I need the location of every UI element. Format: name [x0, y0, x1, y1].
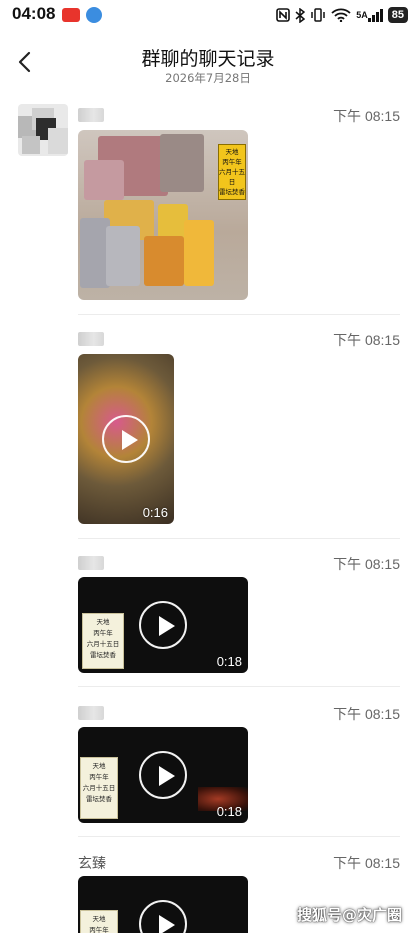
- wifi-icon: [331, 7, 351, 23]
- message-video[interactable]: 0:16: [78, 354, 174, 524]
- vibrate-icon: [310, 7, 326, 23]
- message-video[interactable]: 天地 丙午年: [78, 876, 248, 933]
- divider: [78, 314, 400, 315]
- video-duration: 0:16: [142, 505, 168, 520]
- sender-name: [78, 108, 104, 122]
- message-video[interactable]: 天地 丙午年 六月十五日 雷坛焚香 0:18: [78, 577, 248, 673]
- bluetooth-icon: [295, 7, 306, 23]
- list-item: 下午 08:15 天地 丙午年 六月十五日 雷坛焚香 0:18: [78, 704, 400, 826]
- divider: [78, 538, 400, 539]
- page-subtitle: 2026年7月28日: [165, 71, 251, 85]
- sender-name: [78, 556, 104, 570]
- sender-name: 玄臻: [78, 856, 106, 872]
- video-duration: 0:18: [216, 804, 242, 819]
- signal-icon: 5A: [356, 7, 383, 23]
- status-time: 04:08: [12, 4, 56, 23]
- sign-card: 天地 丙午年 六月十五日 雷坛焚香: [218, 144, 246, 200]
- red-app-icon: [62, 8, 80, 22]
- message-time: 下午 08:15: [333, 706, 400, 722]
- message-time: 下午 08:15: [333, 556, 400, 572]
- sign-card: 天地 丙午年: [80, 910, 118, 933]
- list-item: 下午 08:15 天地 丙午年 六月十五日 雷坛焚香: [78, 106, 400, 302]
- message-time: 下午 08:15: [333, 855, 400, 871]
- sender-name: [78, 332, 104, 346]
- message-video[interactable]: 天地 丙午年 六月十五日 雷坛焚香 0:18: [78, 727, 248, 823]
- list-item: 下午 08:15 天地 丙午年 六月十五日 雷坛焚香 0:18: [78, 554, 400, 676]
- message-image[interactable]: 天地 丙午年 六月十五日 雷坛焚香: [78, 130, 248, 300]
- nfc-icon: [276, 7, 291, 23]
- list-item: 下午 08:15 0:16: [78, 330, 400, 526]
- video-duration: 0:18: [216, 654, 242, 669]
- blue-app-icon: [86, 7, 102, 23]
- avatar[interactable]: [18, 104, 68, 156]
- play-icon[interactable]: [139, 900, 187, 933]
- status-bar: 04:08 5A 85: [0, 0, 416, 30]
- sign-card: 天地 丙午年 六月十五日 雷坛焚香: [82, 613, 124, 669]
- page-title: 群聊的聊天记录: [141, 48, 275, 70]
- header: 群聊的聊天记录 2026年7月28日: [0, 34, 416, 92]
- sign-card: 天地 丙午年 六月十五日 雷坛焚香: [80, 757, 118, 819]
- message-time: 下午 08:15: [333, 108, 400, 124]
- play-icon[interactable]: [102, 415, 150, 463]
- watermark: 搜狐号@灾广圈: [296, 906, 402, 924]
- battery-icon: 85: [387, 7, 408, 23]
- message-time: 下午 08:15: [333, 332, 400, 348]
- status-icons: 5A 85: [276, 6, 408, 24]
- divider: [78, 686, 400, 687]
- play-icon[interactable]: [139, 751, 187, 799]
- play-icon[interactable]: [139, 601, 187, 649]
- sender-name: [78, 706, 104, 720]
- divider: [78, 836, 400, 837]
